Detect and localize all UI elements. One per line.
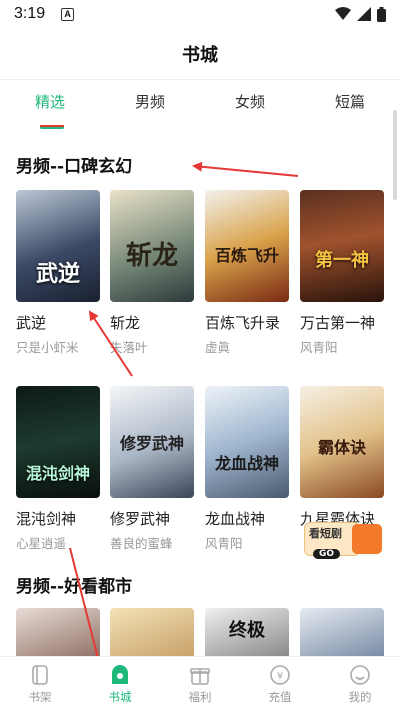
- nav-welfare[interactable]: 福利: [160, 657, 240, 710]
- bookstore-icon: [112, 665, 128, 684]
- nav-label: 书架: [28, 690, 52, 704]
- book-author: 善良的蜜蜂: [110, 536, 173, 551]
- svg-text:¥: ¥: [277, 671, 283, 682]
- short-drama-promo-button[interactable]: 看短剧 GO: [302, 520, 386, 559]
- book-cover[interactable]: 修罗武神: [110, 386, 194, 498]
- battery-icon: [377, 6, 386, 22]
- book-cover[interactable]: 霸体诀: [300, 386, 384, 498]
- book-title: 龙血战神: [205, 510, 266, 528]
- book-title: 修罗武神: [110, 510, 171, 528]
- book-title: 武逆: [16, 314, 47, 332]
- book-card[interactable]: 龙血战神 龙血战神 风青阳: [205, 386, 289, 552]
- book-card[interactable]: 第一神 万古第一神 风青阳: [300, 190, 384, 356]
- tab-featured[interactable]: 精选: [0, 82, 100, 122]
- book-title: 百炼飞升录: [205, 314, 281, 332]
- arrow-to-section-title: [192, 161, 299, 177]
- status-bar: 3:19 A: [0, 0, 400, 28]
- profile-icon: [350, 665, 370, 685]
- scrollbar[interactable]: [393, 110, 397, 200]
- tab-short[interactable]: 短篇: [300, 82, 400, 122]
- app-header: 书城: [0, 28, 400, 80]
- book-cover[interactable]: 百炼飞升: [205, 190, 289, 302]
- promo-go: GO: [313, 549, 341, 559]
- nav-recharge[interactable]: ¥ 充值: [240, 657, 320, 710]
- section-title-urban: 男频--好看都市: [16, 577, 133, 597]
- book-card[interactable]: 修罗武神 修罗武神 善良的蜜蜂: [110, 386, 194, 552]
- nav-label: 充值: [268, 690, 292, 704]
- book-card[interactable]: 斩龙 斩龙 失落叶: [110, 190, 194, 356]
- bookshelf-icon: [32, 665, 48, 685]
- book-cover[interactable]: 龙血战神: [205, 386, 289, 498]
- section-title-fantasy: 男频--口碑玄幻: [16, 157, 133, 177]
- book-author: 虚眞: [205, 340, 231, 355]
- active-tab-indicator: [40, 126, 64, 129]
- book-cover[interactable]: 第一神: [300, 190, 384, 302]
- book-author: 只是小虾米: [16, 340, 79, 355]
- book-card[interactable]: 武逆 武逆 只是小虾米: [16, 190, 100, 356]
- nav-label: 我的: [348, 690, 372, 704]
- gift-icon: [190, 668, 210, 685]
- tab-female[interactable]: 女频: [200, 82, 300, 122]
- signal-icon: [357, 7, 371, 21]
- nav-bookstore[interactable]: 书城: [80, 657, 160, 710]
- book-card[interactable]: 混沌剑神 混沌剑神 心星逍遥: [16, 386, 100, 552]
- clapperboard-icon: [352, 524, 382, 554]
- tab-male[interactable]: 男频: [100, 82, 200, 122]
- status-time: 3:19: [14, 5, 46, 22]
- book-title: 斩龙: [110, 314, 141, 332]
- nav-bookshelf[interactable]: 书架: [0, 657, 80, 710]
- nav-label: 书城: [108, 690, 132, 704]
- book-author: 风青阳: [205, 536, 243, 551]
- book-author: 心星逍遥: [16, 536, 67, 551]
- book-author: 风青阳: [300, 340, 338, 355]
- nav-label: 福利: [188, 690, 212, 704]
- book-card[interactable]: 百炼飞升 百炼飞升录 虚眞: [205, 190, 289, 356]
- notification-a-icon: A: [61, 7, 75, 21]
- book-title: 万古第一神: [300, 314, 376, 332]
- book-card[interactable]: 霸体诀 九星霸体诀: [300, 386, 384, 533]
- bottom-navigation: 书架 书城 福利 ¥ 充值 我的: [0, 656, 400, 710]
- wifi-icon: [335, 7, 351, 20]
- promo-label: 看短剧: [309, 527, 342, 540]
- book-title: 混沌剑神: [16, 510, 77, 528]
- page-title: 书城: [182, 44, 218, 66]
- book-cover[interactable]: 斩龙: [110, 190, 194, 302]
- book-cover[interactable]: 武逆: [16, 190, 100, 302]
- nav-profile[interactable]: 我的: [320, 657, 400, 710]
- category-tabs: 精选 男频 女频 短篇: [0, 82, 400, 122]
- book-author: 失落叶: [110, 340, 148, 355]
- book-cover[interactable]: 混沌剑神: [16, 386, 100, 498]
- coin-icon: ¥: [270, 665, 290, 685]
